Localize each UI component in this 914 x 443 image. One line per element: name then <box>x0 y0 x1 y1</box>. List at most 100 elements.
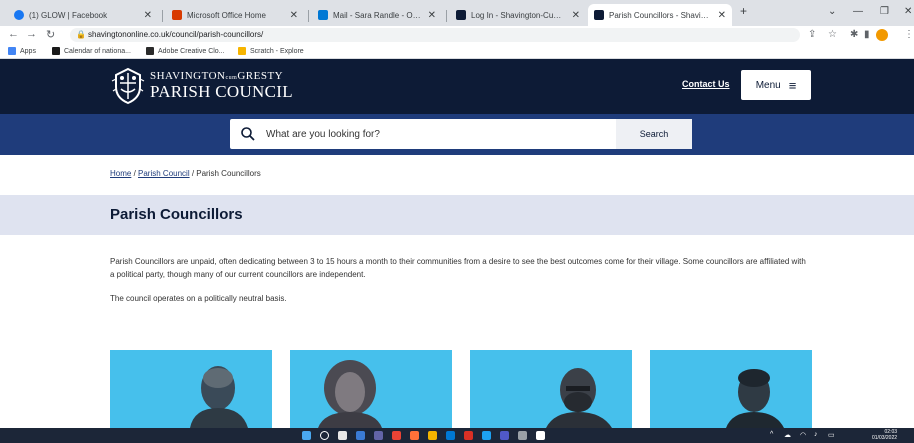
councillor-photo <box>546 368 612 428</box>
mail-icon[interactable] <box>446 431 455 440</box>
kebab-menu-icon[interactable]: ⋮ <box>904 29 914 40</box>
breadcrumb-current: Parish Councillors <box>196 169 261 178</box>
taskbar-clock[interactable]: 02:03 01/03/2022 <box>872 429 897 441</box>
sidebar-icon[interactable]: ▮ <box>864 29 870 40</box>
reload-icon[interactable]: ↻ <box>46 28 55 41</box>
back-icon[interactable]: ← <box>8 28 19 40</box>
councillor-card[interactable] <box>290 350 452 428</box>
edge-icon[interactable] <box>482 431 491 440</box>
url-field[interactable]: 🔒 shavingtononline.co.uk/council/parish-… <box>70 28 800 42</box>
councillor-photo <box>190 366 248 428</box>
bookmarks-bar: Apps Calendar of nationa... Adobe Creati… <box>0 44 914 59</box>
search-input[interactable] <box>266 119 616 149</box>
councillor-card[interactable] <box>650 350 812 428</box>
site-header: SHAVINGTONcumGRESTY PARISH COUNCIL Conta… <box>0 59 914 114</box>
intro-paragraph: Parish Councillors are unpaid, often ded… <box>110 257 806 279</box>
logo-wordmark-line2: PARISH COUNCIL <box>150 82 293 101</box>
close-icon[interactable]: ✕ <box>428 10 436 21</box>
extensions-icon[interactable]: ✱ <box>850 29 858 40</box>
bookmark-apps[interactable]: Apps <box>8 47 36 55</box>
tab-parish-councillors[interactable]: Parish Councillors - Shavington- ✕ <box>588 4 732 26</box>
close-icon[interactable]: ✕ <box>718 10 726 21</box>
widgets-icon[interactable] <box>356 431 365 440</box>
firefox-icon[interactable] <box>410 431 419 440</box>
office-icon[interactable] <box>464 431 473 440</box>
crest-icon <box>456 10 466 20</box>
search-icon[interactable] <box>320 431 329 440</box>
tray-chevron-icon[interactable]: ^ <box>770 431 773 438</box>
tab-title: Mail - Sara Randle - Outlook <box>333 10 422 20</box>
url-text: shavingtononline.co.uk/council/parish-co… <box>88 30 264 39</box>
bookmark-label: Adobe Creative Clo... <box>158 47 225 55</box>
breadcrumb: Home / Parish Council / Parish Councillo… <box>110 169 261 178</box>
bookmark-calendar[interactable]: Calendar of nationa... <box>52 47 131 55</box>
tab-outlook[interactable]: Mail - Sara Randle - Outlook ✕ <box>312 4 442 26</box>
clock-date: 01/03/2022 <box>872 435 898 441</box>
contact-us-link[interactable]: Contact Us <box>682 79 730 89</box>
search-box: Search <box>230 119 692 149</box>
councillor-card[interactable] <box>470 350 632 428</box>
calendar-icon <box>52 47 60 55</box>
hamburger-icon: ≡ <box>788 77 797 93</box>
file-explorer-icon[interactable] <box>428 431 437 440</box>
wifi-icon[interactable]: ◠ <box>800 431 806 439</box>
tab-title: Log In - Shavington-Cum-Gresty <box>471 10 566 20</box>
menu-label: Menu <box>755 79 781 91</box>
scratch-icon <box>238 47 246 55</box>
breadcrumb-home-link[interactable]: Home <box>110 169 131 178</box>
volume-icon[interactable]: ♪ <box>814 431 818 438</box>
office-icon <box>172 10 182 20</box>
new-tab-button[interactable]: + <box>740 4 747 18</box>
task-view-icon[interactable] <box>338 431 347 440</box>
teams-chat-icon[interactable] <box>374 431 383 440</box>
bookmark-scratch[interactable]: Scratch - Explore <box>238 47 304 55</box>
tab-title: Microsoft Office Home <box>187 10 266 20</box>
outlook-icon <box>318 10 328 20</box>
browser-tab-strip: (1) GLOW | Facebook ✕ Microsoft Office H… <box>0 0 914 26</box>
address-bar: ← → ↻ 🔒 shavingtononline.co.uk/council/p… <box>0 26 914 44</box>
tab-office[interactable]: Microsoft Office Home ✕ <box>166 4 304 26</box>
bookmark-star-icon[interactable]: ☆ <box>828 29 837 40</box>
page-title: Parish Councillors <box>110 206 243 223</box>
tab-login[interactable]: Log In - Shavington-Cum-Gresty ✕ <box>450 4 586 26</box>
crest-icon <box>594 10 604 20</box>
windows-start-icon[interactable] <box>302 431 311 440</box>
close-icon[interactable]: ✕ <box>290 10 298 21</box>
bookmark-label: Apps <box>20 47 36 55</box>
share-icon[interactable]: ⇪ <box>808 29 816 40</box>
tab-title: (1) GLOW | Facebook <box>29 10 108 20</box>
cloud-icon[interactable]: ☁ <box>784 431 791 439</box>
close-window-icon[interactable]: ✕ <box>904 6 912 17</box>
search-button[interactable]: Search <box>616 119 692 149</box>
councillor-card[interactable] <box>110 350 272 428</box>
logo-wordmark-line1: SHAVINGTONcumGRESTY <box>150 70 284 82</box>
teams-icon[interactable] <box>500 431 509 440</box>
bookmark-adobe[interactable]: Adobe Creative Clo... <box>146 47 225 55</box>
tab-facebook[interactable]: (1) GLOW | Facebook ✕ <box>8 4 158 26</box>
battery-icon[interactable]: ▭ <box>828 431 835 439</box>
facebook-icon <box>14 10 24 20</box>
title-band: Parish Councillors <box>0 195 914 235</box>
breadcrumb-parish-council-link[interactable]: Parish Council <box>138 169 190 178</box>
search-band: Search <box>0 114 914 155</box>
breadcrumb-separator: / <box>131 169 139 178</box>
councillor-photo <box>318 360 382 428</box>
minimize-icon[interactable]: — <box>853 6 863 17</box>
close-icon[interactable]: ✕ <box>144 10 152 21</box>
council-crest-logo[interactable] <box>110 67 146 105</box>
settings-gear-icon[interactable] <box>518 431 527 440</box>
menu-button[interactable]: Menu ≡ <box>741 70 811 100</box>
apps-grid-icon <box>8 47 16 55</box>
councillor-photo <box>726 369 784 428</box>
chrome-icon[interactable] <box>392 431 401 440</box>
bookmark-label: Scratch - Explore <box>250 47 304 55</box>
forward-icon[interactable]: → <box>26 28 37 40</box>
lock-icon: 🔒 <box>76 30 86 39</box>
notepad-icon[interactable] <box>536 431 545 440</box>
profile-avatar[interactable] <box>876 29 888 41</box>
os-taskbar: ^ ☁ ◠ ♪ ▭ 02:03 01/03/2022 <box>0 428 914 443</box>
maximize-icon[interactable]: ❐ <box>880 6 889 17</box>
tab-search-icon[interactable]: ⌄ <box>828 6 836 17</box>
close-icon[interactable]: ✕ <box>572 10 580 21</box>
search-icon <box>241 127 255 141</box>
